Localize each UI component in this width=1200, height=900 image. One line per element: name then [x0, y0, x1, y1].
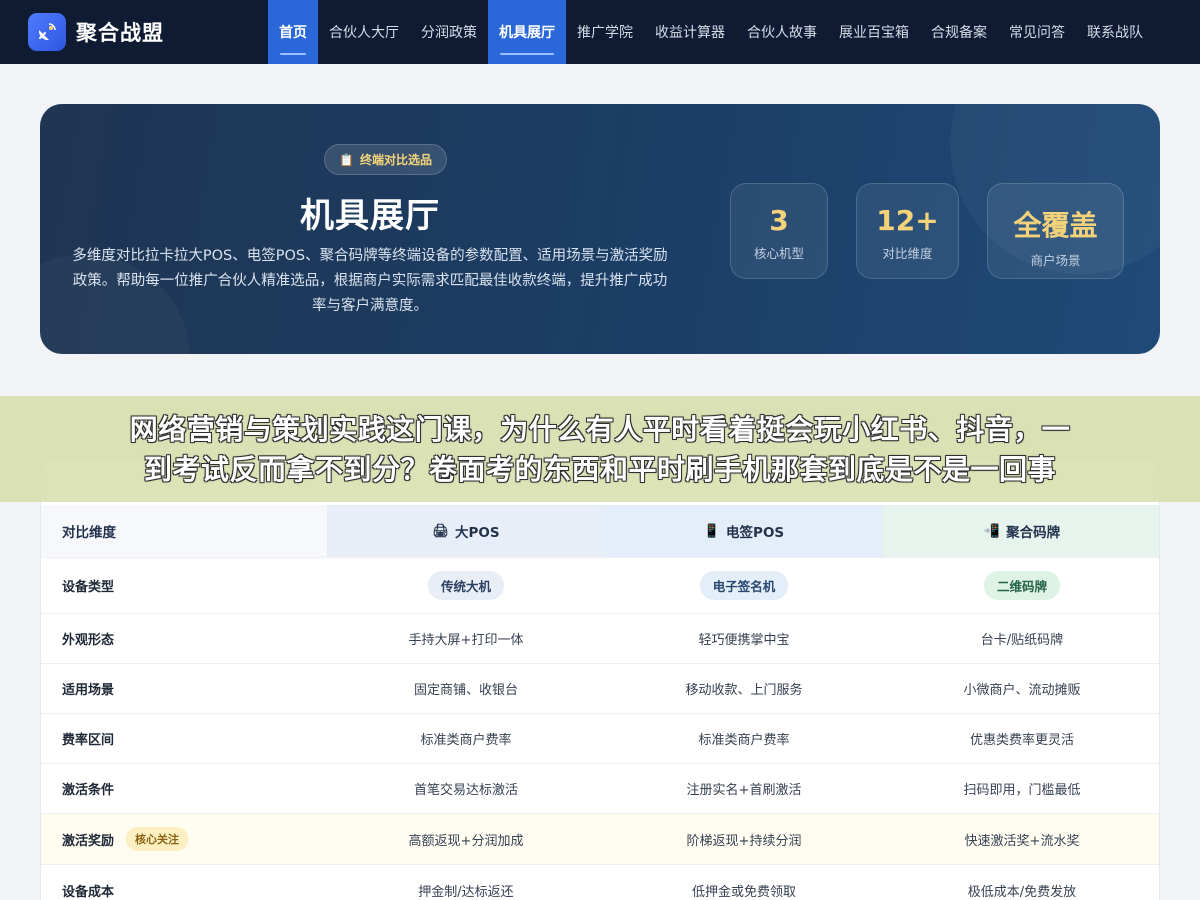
table-cell: 优惠类费率更灵活: [969, 733, 1074, 748]
nav-item-label: 首页: [279, 25, 307, 41]
table-row: 适用场景 固定商铺、收银台 移动收款、上门服务 小微商户、流动摊贩: [41, 664, 1159, 714]
nav-item-toolbox[interactable]: 展业百宝箱: [828, 0, 920, 64]
stat-label: 商户场景: [1030, 253, 1081, 268]
table-cell: 电子签名机: [605, 558, 883, 613]
device-type-pill: 二维码牌: [983, 571, 1060, 600]
hero-description: 多维度对比拉卡拉大POS、电签POS、聚合码牌等终端设备的参数配置、适用场景与激…: [72, 248, 668, 314]
table-cell: 手持大屏+打印一体: [408, 633, 524, 648]
nav-item-label: 机具展厅: [499, 25, 555, 41]
table-cell: 台卡/贴纸码牌: [980, 633, 1064, 648]
stat-value: 全覆盖: [1013, 209, 1098, 242]
header-col-big-pos[interactable]: 🖨 大POS: [327, 505, 605, 557]
nav-item-home[interactable]: 首页: [268, 0, 318, 64]
table-cell: 高额返现+分润加成: [408, 833, 524, 849]
hero-badge-label: 终端对比选品: [359, 153, 432, 167]
nav-item-partner-hall[interactable]: 合伙人大厅: [318, 0, 410, 64]
table-cell: 二维码牌: [883, 558, 1159, 613]
nav-item-label: 分润政策: [421, 25, 477, 41]
row-dimension-label: 激活奖励: [62, 833, 115, 849]
header-dimension: 对比维度: [62, 525, 116, 541]
qr-code-plate-icon: 📲: [983, 523, 1001, 539]
row-dimension: 激活奖励 核心关注: [41, 814, 327, 864]
nav-item-earnings-calculator[interactable]: 收益计算器: [644, 0, 736, 64]
row-dimension: 费率区间: [62, 733, 115, 748]
nav-item-label: 合伙人大厅: [329, 25, 399, 41]
nav-menu: 首页 合伙人大厅 分润政策 机具展厅 推广学院 收益计算器 合伙人故事 展业百宝…: [268, 0, 1154, 64]
nav-item-label: 展业百宝箱: [839, 25, 909, 41]
table-cell: 轻巧便携掌中宝: [698, 633, 790, 648]
stat-value: 12+: [876, 204, 939, 237]
overlay-caption-line-2: 到考试反而拿不到分？卷面考的东西和平时刷手机那套到底是不是一回事: [143, 453, 1056, 486]
nav-item-contact[interactable]: 联系战队: [1076, 0, 1154, 64]
brand-logo[interactable]: 聚合战盟: [28, 13, 164, 51]
table-row: 外观形态 手持大屏+打印一体 轻巧便携掌中宝 台卡/贴纸码牌: [41, 614, 1159, 664]
brand-name: 聚合战盟: [76, 21, 164, 45]
table-cell: 标准类商户费率: [420, 733, 512, 748]
hero-banner: 📋 终端对比选品 机具展厅 多维度对比拉卡拉大POS、电签POS、聚合码牌等终端…: [40, 104, 1160, 354]
stat-value: 3: [769, 204, 789, 237]
nav-item-label: 合规备案: [931, 25, 987, 41]
header-label: 大POS: [454, 525, 500, 541]
overlay-caption-line-1: 网络营销与策划实践这门课，为什么有人平时看着挺会玩小红书、抖音，一: [129, 413, 1071, 446]
pos-terminal-icon: 🖨: [432, 523, 449, 539]
header-col-esign-pos[interactable]: 📱 电签POS: [605, 505, 883, 557]
phone-device-icon: 📱: [703, 523, 721, 539]
table-row: 设备成本 押金制/达标返还 低押金或免费领取 极低成本/免费发放: [41, 865, 1159, 900]
clipboard-icon: 📋: [339, 152, 354, 167]
row-dimension: 激活条件: [62, 783, 115, 798]
table-cell: 低押金或免费领取: [691, 885, 796, 900]
table-cell: 扫码即用，门槛最低: [963, 783, 1081, 798]
satellite-dish-icon: [28, 13, 66, 51]
stat-card-core-models: 3 核心机型: [730, 183, 828, 279]
overlay-caption-banner: 网络营销与策划实践这门课，为什么有人平时看着挺会玩小红书、抖音，一 到考试反而拿…: [0, 396, 1200, 502]
header-col-qr-plate[interactable]: 📲 聚合码牌: [883, 505, 1159, 557]
table-cell: 阶梯返现+持续分润: [686, 833, 802, 849]
page-title: 机具展厅: [300, 196, 440, 236]
device-type-pill: 电子签名机: [699, 571, 789, 600]
focus-badge: 核心关注: [126, 827, 189, 851]
nav-item-faq[interactable]: 常见问答: [998, 0, 1076, 64]
row-dimension: 设备成本: [62, 885, 115, 900]
comparison-table: 对比维度 🖨 大POS 📱 电签POS 📲 聚合码牌 设备类型 传统大机 电子签…: [40, 460, 1160, 900]
table-row: 激活条件 首笔交易达标激活 注册实名+首刷激活 扫码即用，门槛最低: [41, 764, 1159, 814]
header-label: 电签POS: [726, 525, 785, 541]
header-label: 聚合码牌: [1006, 525, 1061, 541]
table-cell: 小微商户、流动摊贩: [963, 683, 1081, 698]
stat-label: 核心机型: [753, 246, 804, 261]
row-dimension: 适用场景: [62, 683, 115, 698]
overlay-caption: 网络营销与策划实践这门课，为什么有人平时看着挺会玩小红书、抖音，一 到考试反而拿…: [0, 410, 1200, 490]
nav-item-label: 推广学院: [577, 25, 633, 41]
device-type-pill: 传统大机: [427, 571, 504, 600]
nav-item-promo-academy[interactable]: 推广学院: [566, 0, 644, 64]
stat-card-merchant-scenes: 全覆盖 商户场景: [987, 183, 1124, 279]
nav-item-label: 联系战队: [1087, 25, 1143, 41]
top-nav: 聚合战盟 首页 合伙人大厅 分润政策 机具展厅 推广学院 收益计算器 合伙人故事…: [0, 0, 1200, 64]
nav-item-device-showroom[interactable]: 机具展厅: [488, 0, 566, 64]
table-cell: 固定商铺、收银台: [413, 683, 518, 698]
table-header-row: 对比维度 🖨 大POS 📱 电签POS 📲 聚合码牌: [41, 505, 1159, 558]
row-dimension: 设备类型: [62, 580, 115, 595]
row-dimension: 外观形态: [62, 633, 115, 648]
table-row-highlighted: 激活奖励 核心关注 高额返现+分润加成 阶梯返现+持续分润 快速激活奖+流水奖: [41, 814, 1159, 865]
table-cell: 标准类商户费率: [698, 733, 790, 748]
table-cell: 押金制/达标返还: [418, 885, 514, 900]
nav-item-compliance[interactable]: 合规备案: [920, 0, 998, 64]
table-cell: 传统大机: [327, 558, 605, 613]
hero-badge: 📋 终端对比选品: [324, 144, 447, 175]
nav-item-label: 收益计算器: [655, 25, 725, 41]
table-cell: 移动收款、上门服务: [685, 683, 803, 698]
table-row: 费率区间 标准类商户费率 标准类商户费率 优惠类费率更灵活: [41, 714, 1159, 764]
nav-item-commission-policy[interactable]: 分润政策: [410, 0, 488, 64]
nav-item-label: 常见问答: [1009, 25, 1065, 41]
stat-label: 对比维度: [882, 246, 933, 261]
table-cell: 极低成本/免费发放: [967, 885, 1077, 900]
nav-item-partner-stories[interactable]: 合伙人故事: [736, 0, 828, 64]
table-row: 设备类型 传统大机 电子签名机 二维码牌: [41, 558, 1159, 614]
stat-card-dimensions: 12+ 对比维度: [856, 183, 959, 279]
table-cell: 首笔交易达标激活: [413, 783, 518, 798]
table-cell: 快速激活奖+流水奖: [964, 833, 1080, 849]
table-cell: 注册实名+首刷激活: [686, 783, 802, 798]
nav-item-label: 合伙人故事: [747, 25, 817, 41]
